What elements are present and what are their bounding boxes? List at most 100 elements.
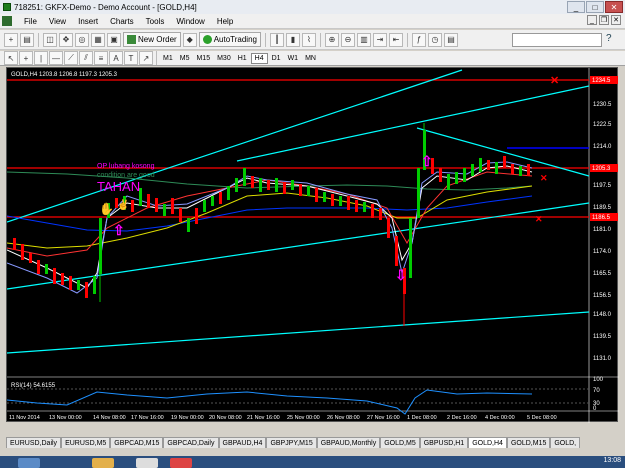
channel-icon[interactable]: ⫽	[79, 51, 93, 65]
price-label: 1230.5	[593, 102, 612, 108]
price-label: 1197.5	[593, 183, 612, 189]
text-label-icon[interactable]: T	[124, 51, 138, 65]
menu-insert[interactable]: Insert	[72, 17, 104, 26]
chart-shift-icon[interactable]: ⇤	[388, 32, 403, 47]
start-button[interactable]	[18, 458, 40, 468]
tf-w1[interactable]: W1	[285, 53, 302, 64]
date-label: 1 Dec 08:00	[407, 415, 437, 421]
market-watch-icon[interactable]: ◫	[43, 32, 57, 47]
horizontal-line-icon[interactable]: —	[49, 51, 63, 65]
indicators-icon[interactable]: ƒ	[411, 32, 426, 47]
templates-icon[interactable]: ▤	[443, 32, 458, 47]
tab-chart[interactable]: EURUSD,M5	[61, 437, 111, 448]
close-button[interactable]: ✕	[605, 1, 623, 13]
tf-h1[interactable]: H1	[235, 53, 250, 64]
price-label: 1165.5	[593, 271, 612, 277]
tf-d1[interactable]: D1	[269, 53, 284, 64]
tester-icon[interactable]: ▣	[107, 32, 121, 47]
autotrading-button[interactable]: AutoTrading	[198, 32, 261, 47]
text-icon[interactable]: A	[109, 51, 123, 65]
help-icon[interactable]: ?	[606, 33, 612, 44]
tab-chart-active[interactable]: GOLD,H4	[468, 437, 507, 448]
channel-upper-line[interactable]	[7, 69, 463, 223]
fibonacci-icon[interactable]: ≡	[94, 51, 108, 65]
date-label: 27 Nov 16:00	[367, 415, 400, 421]
tab-chart[interactable]: GBPJPY,M15	[266, 437, 317, 448]
annotation-condition[interactable]: condition are good	[97, 172, 155, 179]
tab-chart[interactable]: GBPCAD,Daily	[163, 437, 219, 448]
tab-chart[interactable]: GOLD,M5	[380, 437, 420, 448]
minimize-button[interactable]: _	[567, 1, 585, 13]
zoom-out-icon[interactable]: ⊖	[340, 32, 355, 47]
tab-chart[interactable]: GBPCAD,M15	[110, 437, 164, 448]
search-input[interactable]	[512, 33, 602, 47]
price-label: 1181.0	[593, 227, 612, 233]
tf-mn[interactable]: MN	[302, 53, 319, 64]
line-chart-icon[interactable]: ⌇	[301, 32, 316, 47]
tf-h4[interactable]: H4	[250, 52, 268, 64]
menu-view[interactable]: View	[43, 17, 72, 26]
cursor-icon[interactable]: ↖	[4, 51, 18, 65]
date-label: 13 Nov 00:00	[49, 415, 82, 421]
tab-chart[interactable]: GBPUSD,H1	[419, 437, 469, 448]
candlestick-icon[interactable]: ▮	[285, 32, 300, 47]
menu-window[interactable]: Window	[170, 17, 210, 26]
zoom-in-icon[interactable]: ⊕	[324, 32, 339, 47]
price-label: 1214.0	[593, 144, 612, 150]
periods-icon[interactable]: ◷	[427, 32, 442, 47]
date-label: 19 Nov 00:00	[171, 415, 204, 421]
menu-help[interactable]: Help	[211, 17, 239, 26]
explorer-task-icon[interactable]	[92, 458, 114, 468]
channel-bottom-line[interactable]	[7, 311, 590, 354]
top-red-price-text: 1234.5	[592, 78, 611, 84]
ma-blue-line	[7, 195, 533, 232]
tab-chart[interactable]: GBPAUD,H4	[218, 437, 267, 448]
new-chart-icon[interactable]: +	[4, 32, 18, 47]
maximize-button[interactable]: □	[586, 1, 604, 13]
tf-m5[interactable]: M5	[177, 53, 193, 64]
mdi-restore-button[interactable]: ❐	[599, 15, 609, 25]
tile-windows-icon[interactable]: ▥	[356, 32, 371, 47]
bar-chart-icon[interactable]: ┃	[269, 32, 284, 47]
vertical-line-icon[interactable]: |	[34, 51, 48, 65]
data-window-icon[interactable]: ▦	[91, 32, 105, 47]
metatrader-task-icon[interactable]	[136, 458, 158, 468]
tab-chart[interactable]: EURUSD,Daily	[6, 437, 62, 448]
rsi-level: 100	[593, 377, 604, 383]
annotation-op-lubang[interactable]: OP lubang kosong	[97, 163, 155, 170]
window-titlebar: 718251: GKFX-Demo - Demo Account - [GOLD…	[0, 0, 625, 14]
navigator-icon[interactable]: ✥	[59, 32, 73, 47]
tab-chart[interactable]: GOLD,	[550, 437, 581, 448]
new-order-button[interactable]: New Order	[123, 32, 181, 47]
tf-m30[interactable]: M30	[214, 53, 234, 64]
tab-chart[interactable]: GBPAUD,Monthly	[316, 437, 381, 448]
tf-m1[interactable]: M1	[160, 53, 176, 64]
price-label: 1222.5	[593, 122, 612, 128]
crosshair-icon[interactable]: +	[19, 51, 33, 65]
channel-top-line[interactable]	[236, 85, 590, 162]
chart-doc-icon	[2, 16, 12, 26]
menu-file[interactable]: File	[18, 17, 43, 26]
menu-charts[interactable]: Charts	[104, 17, 140, 26]
current-price-text: 1205.3	[592, 166, 611, 172]
price-label: 1139.5	[593, 334, 612, 340]
new-order-icon	[127, 35, 136, 44]
menu-tools[interactable]: Tools	[140, 17, 171, 26]
metaeditor-icon[interactable]: ◆	[182, 32, 197, 47]
date-label: 25 Nov 00:00	[287, 415, 320, 421]
tf-m15[interactable]: M15	[193, 53, 213, 64]
descending-line[interactable]	[416, 127, 590, 177]
autoscroll-icon[interactable]: ⇥	[372, 32, 387, 47]
tab-chart[interactable]: GOLD,M15	[506, 437, 551, 448]
chrome-task-icon[interactable]	[170, 458, 192, 468]
trendline-icon[interactable]: ⟋	[64, 51, 78, 65]
price-label: 1156.5	[593, 293, 612, 299]
profiles-icon[interactable]: ▤	[20, 32, 34, 47]
terminal-icon[interactable]: ◎	[75, 32, 89, 47]
arrows-icon[interactable]: ↗	[139, 51, 153, 65]
mdi-close-button[interactable]: ✕	[611, 15, 621, 25]
annotation-tahan[interactable]: TAHAN	[97, 179, 140, 194]
price-chart[interactable]: GOLD,H4 1203.8 1206.8 1197.3 1205.3 1230…	[6, 67, 619, 423]
mdi-minimize-button[interactable]: _	[587, 15, 597, 25]
sell-arrow-icon: ⇩	[395, 267, 407, 283]
